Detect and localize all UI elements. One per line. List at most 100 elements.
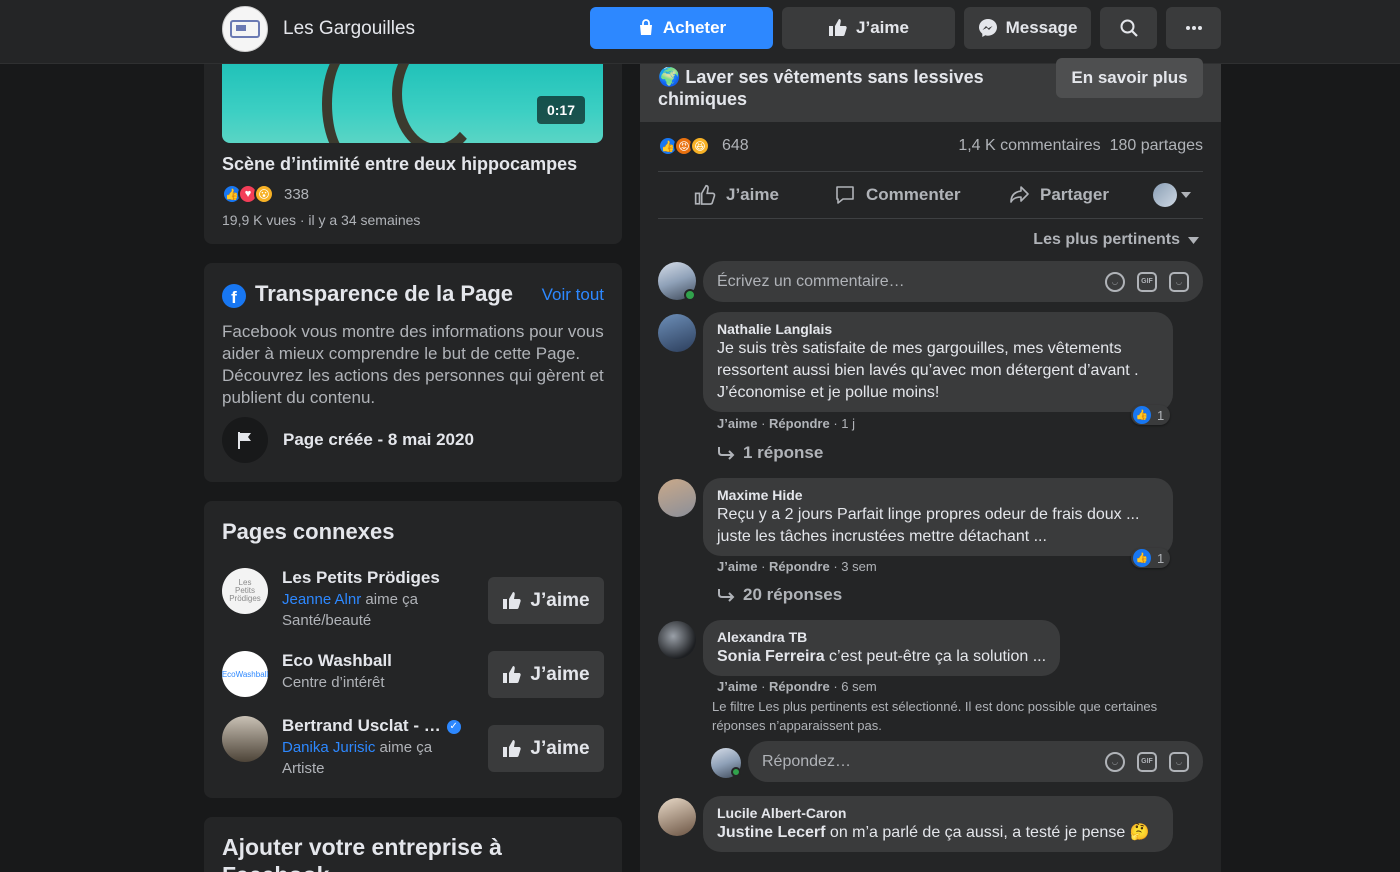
comment-bubble: Maxime Hide Reçu y a 2 jours Parfait lin…: [703, 478, 1173, 556]
comment-text: Reçu y a 2 jours Parfait linge propres o…: [717, 506, 1140, 545]
comment-bubble: Alexandra TB Sonia Ferreira c’est peut-ê…: [703, 620, 1061, 676]
post-comment-button[interactable]: Commenter: [834, 172, 960, 218]
video-reactions-count: 338: [284, 185, 310, 203]
post-headline[interactable]: 🌍 Laver ses vêtements sans lessives chim…: [658, 66, 1038, 110]
post-like-button[interactable]: J’aime: [694, 172, 779, 218]
reply-arrow-icon: [718, 589, 735, 602]
video-reactions[interactable]: 👍 ♥ 😮 338: [222, 184, 309, 204]
like-reaction-icon: 👍: [1133, 549, 1151, 567]
related-page-name[interactable]: Eco Washball: [282, 651, 392, 671]
related-page-avatar[interactable]: EcoWashball: [222, 651, 268, 697]
flag-icon: [222, 417, 268, 463]
comment-age[interactable]: 6 sem: [841, 679, 876, 694]
emoji-icon[interactable]: ◡: [1105, 751, 1125, 772]
shares-count[interactable]: 180 partages: [1110, 137, 1203, 155]
post-reactions-count: 648: [722, 137, 749, 154]
comment-author[interactable]: Alexandra TB: [717, 628, 1046, 646]
buy-button[interactable]: Acheter: [590, 7, 773, 49]
comment-reactions[interactable]: 👍 1: [1131, 405, 1171, 425]
gif-icon[interactable]: GIF: [1137, 271, 1157, 292]
comment-like-link[interactable]: J’aime: [717, 679, 757, 694]
transparency-description: Facebook vous montre des informations po…: [222, 322, 604, 407]
avatar[interactable]: [658, 798, 696, 836]
comment-sort-dropdown[interactable]: Les plus pertinents: [1033, 231, 1199, 249]
related-page-name[interactable]: Bertrand Usclat - … ✓: [282, 716, 461, 736]
thumbs-up-icon: [503, 665, 522, 683]
video-duration: 0:17: [536, 96, 585, 124]
verified-badge-icon: ✓: [446, 719, 461, 734]
learn-more-button[interactable]: En savoir plus: [1056, 58, 1203, 98]
search-button[interactable]: [1100, 7, 1157, 49]
comment-input[interactable]: Écrivez un commentaire… ◡ GIF ◡: [703, 261, 1203, 302]
post: 🌍 Laver ses vêtements sans lessives chim…: [640, 58, 1221, 872]
sticker-icon[interactable]: ◡: [1169, 751, 1189, 772]
related-pages-title: Pages connexes: [222, 519, 395, 544]
related-page-avatar[interactable]: Les Petits Prödiges: [222, 568, 268, 614]
comment-reply-link[interactable]: Répondre: [769, 559, 830, 574]
avatar[interactable]: [658, 314, 696, 352]
comment-like-link[interactable]: J’aime: [717, 416, 757, 431]
comment-text: on m’a parlé de ça aussi, a testé je pen…: [825, 824, 1150, 841]
comment-like-link[interactable]: J’aime: [717, 559, 757, 574]
comment-age[interactable]: 1 j: [841, 416, 855, 431]
sticker-icon[interactable]: ◡: [1169, 271, 1189, 292]
page-header-bar: Les Gargouilles Acheter J’aime Message: [0, 0, 1400, 64]
search-icon: [1120, 19, 1138, 37]
add-business-card: Ajouter votre entreprise à Facebook: [204, 817, 622, 872]
reply-input[interactable]: Répondez… ◡ GIF ◡: [748, 741, 1203, 782]
comment-meta: J’aime · Répondre · 6 sem: [717, 679, 877, 694]
avatar[interactable]: [658, 621, 696, 659]
comment-reply-link[interactable]: Répondre: [769, 416, 830, 431]
comment-author[interactable]: Maxime Hide: [717, 486, 1159, 504]
comment-author[interactable]: Nathalie Langlais: [717, 320, 1159, 338]
comment-bubble: Nathalie Langlais Je suis très satisfait…: [703, 312, 1173, 412]
page-name[interactable]: Les Gargouilles: [283, 18, 415, 40]
post-stats: 👍 😡 😆 648 1,4 K commentaires 180 partage…: [658, 134, 1203, 158]
more-options-button[interactable]: [1166, 7, 1221, 49]
gif-icon[interactable]: GIF: [1137, 751, 1157, 772]
comment-mention[interactable]: Justine Lecerf: [717, 824, 825, 841]
emoji-icon[interactable]: ◡: [1105, 271, 1125, 292]
post-reactions[interactable]: 👍 😡 😆 648: [658, 136, 749, 156]
add-business-title[interactable]: Ajouter votre entreprise à Facebook: [222, 833, 602, 872]
related-page-category: Santé/beauté: [282, 612, 372, 629]
related-page-like-button[interactable]: J’aime: [488, 577, 604, 624]
related-page-social-context: Jeanne Alnr aime ça: [282, 591, 418, 608]
page-logo[interactable]: [222, 6, 268, 52]
friend-link[interactable]: Danika Jurisic: [282, 739, 375, 756]
related-page-item: Bertrand Usclat - … ✓ Danika Jurisic aime…: [222, 716, 604, 780]
post-share-button[interactable]: Partager: [1008, 172, 1109, 218]
avatar[interactable]: [658, 479, 696, 517]
see-all-link[interactable]: Voir tout: [542, 285, 604, 305]
thumbs-up-icon: [503, 591, 522, 609]
share-icon: [1010, 186, 1029, 203]
view-replies-link[interactable]: 1 réponse: [717, 443, 823, 463]
view-replies-link[interactable]: 20 réponses: [717, 585, 842, 605]
comments-count[interactable]: 1,4 K commentaires: [958, 137, 1100, 155]
transparency-title: Transparence de la Page: [255, 281, 514, 306]
related-page-avatar[interactable]: [222, 716, 268, 762]
thumbs-up-icon: [829, 19, 847, 36]
shopping-bag-icon: [639, 19, 652, 35]
comment-reactions[interactable]: 👍 1: [1131, 548, 1171, 568]
like-page-button[interactable]: J’aime: [782, 7, 955, 49]
comment-author[interactable]: Lucile Albert-Caron: [717, 804, 1159, 822]
haha-reaction-icon: 😆: [690, 136, 710, 156]
comment-reply-link[interactable]: Répondre: [769, 679, 830, 694]
online-status-dot: [731, 767, 741, 777]
related-page-name[interactable]: Les Petits Prödiges: [282, 568, 440, 588]
comment-as-selector[interactable]: [1153, 172, 1191, 218]
more-icon: [1185, 26, 1202, 30]
video-thumbnail[interactable]: 0:17: [222, 64, 603, 143]
related-page-like-button[interactable]: J’aime: [488, 651, 604, 698]
friend-link[interactable]: Jeanne Alnr: [282, 591, 361, 608]
related-page-category: Artiste: [282, 760, 325, 777]
related-pages-card: Pages connexes Les Petits Prödiges Les P…: [204, 501, 622, 798]
related-page-like-button[interactable]: J’aime: [488, 725, 604, 772]
comment-age[interactable]: 3 sem: [841, 559, 876, 574]
post-link-preview[interactable]: 🌍 Laver ses vêtements sans lessives chim…: [640, 58, 1221, 122]
comment-mention[interactable]: Sonia Ferreira: [717, 648, 825, 665]
video-title[interactable]: Scène d’intimité entre deux hippocampes: [222, 154, 602, 175]
like-reaction-icon: 👍: [1133, 406, 1151, 424]
message-button[interactable]: Message: [964, 7, 1091, 49]
